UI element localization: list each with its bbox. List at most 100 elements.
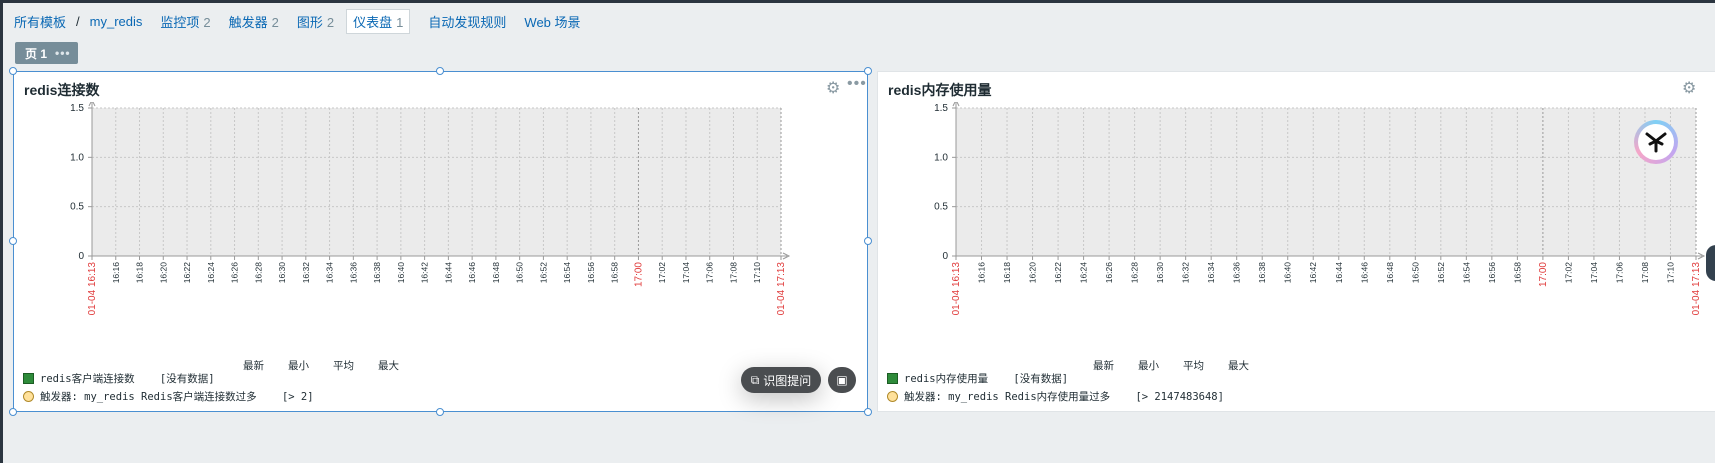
x-tick-label: 16:20: [158, 262, 168, 284]
legend-item-name: redis客户端连接数: [40, 373, 135, 385]
x-tick-label: 17:02: [657, 262, 667, 284]
x-tick-label: 16:36: [348, 262, 358, 284]
series-color-swatch: [23, 373, 34, 384]
y-tick-label: 0.5: [934, 202, 948, 213]
legend-col-avg: 平均: [1183, 360, 1204, 372]
tab-dashboards[interactable]: 仪表盘 1: [346, 8, 411, 34]
resize-handle-top-right[interactable]: [864, 67, 872, 75]
widget-redis-connections[interactable]: redis连接数 ⚙ ••• 1.5 1.0 0.5 0 01-04 16:13 16:1…: [13, 71, 868, 412]
window-frame-top: [0, 0, 1715, 3]
x-tick-label: 16:58: [1512, 262, 1522, 284]
tab-dashboards-count: 1: [396, 14, 404, 30]
x-tick-label: 17:06: [1614, 262, 1624, 284]
widget-title: redis连接数: [24, 82, 100, 98]
x-tick-label: 16:40: [1283, 262, 1293, 284]
x-tick-label: 16:36: [1232, 262, 1242, 284]
x-tick-label: 17:00: [633, 262, 644, 287]
legend-col-avg: 平均: [333, 360, 354, 372]
resize-handle-bottom-right[interactable]: [864, 408, 872, 416]
legend-item: redis内存使用量 [没有数据]: [887, 371, 1068, 386]
tab-items[interactable]: 监控项 2: [160, 12, 210, 31]
legend-col-max: 最大: [378, 360, 399, 372]
x-tick-label: 16:38: [372, 262, 382, 284]
dashboard-page-tab[interactable]: 页 1 •••: [15, 42, 78, 64]
x-tick-label: 16:56: [586, 262, 596, 284]
tab-discovery-rules-label: 自动发现规则: [428, 14, 507, 30]
resize-handle-bottom-left[interactable]: [9, 408, 17, 416]
y-tick-label: 1.5: [934, 103, 948, 114]
resize-handle-bottom[interactable]: [436, 408, 444, 416]
plot-area: [92, 108, 781, 256]
link-all-templates[interactable]: 所有模板: [14, 12, 66, 31]
x-tick-label: 16:50: [515, 262, 525, 284]
x-tick-label: 01-04 16:13: [951, 262, 962, 316]
window-frame-left: [0, 0, 3, 463]
x-tick-label: 16:20: [1028, 262, 1038, 284]
x-tick-label: 16:22: [182, 262, 192, 284]
trigger-marker: [887, 391, 898, 402]
legend-col-latest: 最新: [1093, 360, 1114, 372]
assistant-logo-button[interactable]: [1634, 120, 1678, 164]
x-tick-label: 16:28: [1130, 262, 1140, 284]
gear-icon[interactable]: ⚙: [826, 78, 840, 98]
ocr-ask-button[interactable]: ⧉ 识图提问: [741, 367, 821, 393]
resize-handle-left[interactable]: [9, 237, 17, 245]
x-tick-label: 16:48: [1385, 262, 1395, 284]
resize-handle-right[interactable]: [864, 237, 872, 245]
ocr-ask-label: 识图提问: [763, 373, 812, 388]
x-tick-label: 01-04 17:13: [1691, 262, 1702, 316]
x-tick-label: 16:52: [1436, 262, 1446, 284]
side-panel-handle[interactable]: [1706, 245, 1715, 281]
x-tick-label: 16:34: [325, 262, 335, 284]
x-tick-label: 17:04: [1589, 262, 1599, 284]
x-tick-label: 16:30: [277, 262, 287, 284]
legend-trigger-condition: [> 2]: [281, 390, 314, 403]
legend-col-min: 最小: [1138, 360, 1159, 372]
widget-title: redis内存使用量: [888, 82, 992, 98]
y-tick-label: 0.5: [70, 202, 84, 213]
x-tick-label: 16:54: [562, 262, 572, 284]
tab-dashboards-label: 仪表盘: [353, 14, 393, 30]
image-search-button[interactable]: ▣: [828, 367, 856, 393]
legend-col-latest: 最新: [243, 360, 264, 372]
tab-triggers[interactable]: 触发器 2: [229, 12, 279, 31]
chart-svg: 1.5 1.0 0.5 001-04 16:13 16:16 16:18 16:20 16:2…: [934, 102, 1706, 316]
gear-icon[interactable]: ⚙: [1682, 78, 1696, 98]
more-dots-icon[interactable]: •••: [55, 46, 71, 60]
x-tick-label: 16:16: [977, 262, 987, 284]
x-tick-label: 01-04 17:13: [776, 262, 787, 316]
y-tick-label: 1.0: [934, 152, 948, 163]
x-tick-label: 16:38: [1257, 262, 1267, 284]
tab-discovery-rules[interactable]: 自动发现规则: [428, 12, 506, 31]
x-tick-label: 16:48: [491, 262, 501, 284]
more-dots-icon[interactable]: •••: [847, 75, 867, 93]
resize-handle-top[interactable]: [436, 67, 444, 75]
legend-col-max: 最大: [1228, 360, 1249, 372]
tab-web-scenarios[interactable]: Web 场景: [524, 12, 580, 31]
widget-redis-memory[interactable]: redis内存使用量 ⚙ 1.5 1.0 0.5 0 01-04 16:13 16:16 1…: [877, 71, 1715, 412]
y-tick-label: 1.0: [70, 152, 84, 163]
x-tick-label: 16:46: [1359, 262, 1369, 284]
page-tab-label: 页 1: [25, 46, 48, 61]
plot-area: [956, 108, 1696, 256]
x-tick-label: 16:56: [1487, 262, 1497, 284]
x-tick-label: 16:18: [135, 262, 145, 284]
y-tick-label: 0: [78, 251, 84, 262]
x-tick-label: 16:24: [206, 262, 216, 284]
link-template-name[interactable]: my_redis: [90, 14, 143, 29]
tab-graphs[interactable]: 图形 2: [297, 12, 334, 31]
x-tick-label: 16:54: [1461, 262, 1471, 284]
legend-item: redis客户端连接数 [没有数据]: [23, 371, 215, 386]
x-tick-label: 17:04: [681, 262, 691, 284]
legend-trigger-label: 触发器: my_redis Redis内存使用量过多: [904, 391, 1111, 403]
x-tick-label: 16:24: [1079, 262, 1089, 284]
y-tick-label: 1.5: [70, 103, 84, 114]
x-tick-label: 17:02: [1563, 262, 1573, 284]
x-tick-label: 16:44: [443, 262, 453, 284]
y-tick-label: 0: [942, 251, 948, 262]
resize-handle-top-left[interactable]: [9, 67, 17, 75]
legend-trigger-condition: [> 2147483648]: [1135, 390, 1224, 403]
x-tick-label: 17:06: [705, 262, 715, 284]
tab-graphs-label: 图形: [296, 14, 323, 30]
image-search-icon: ▣: [836, 373, 848, 387]
